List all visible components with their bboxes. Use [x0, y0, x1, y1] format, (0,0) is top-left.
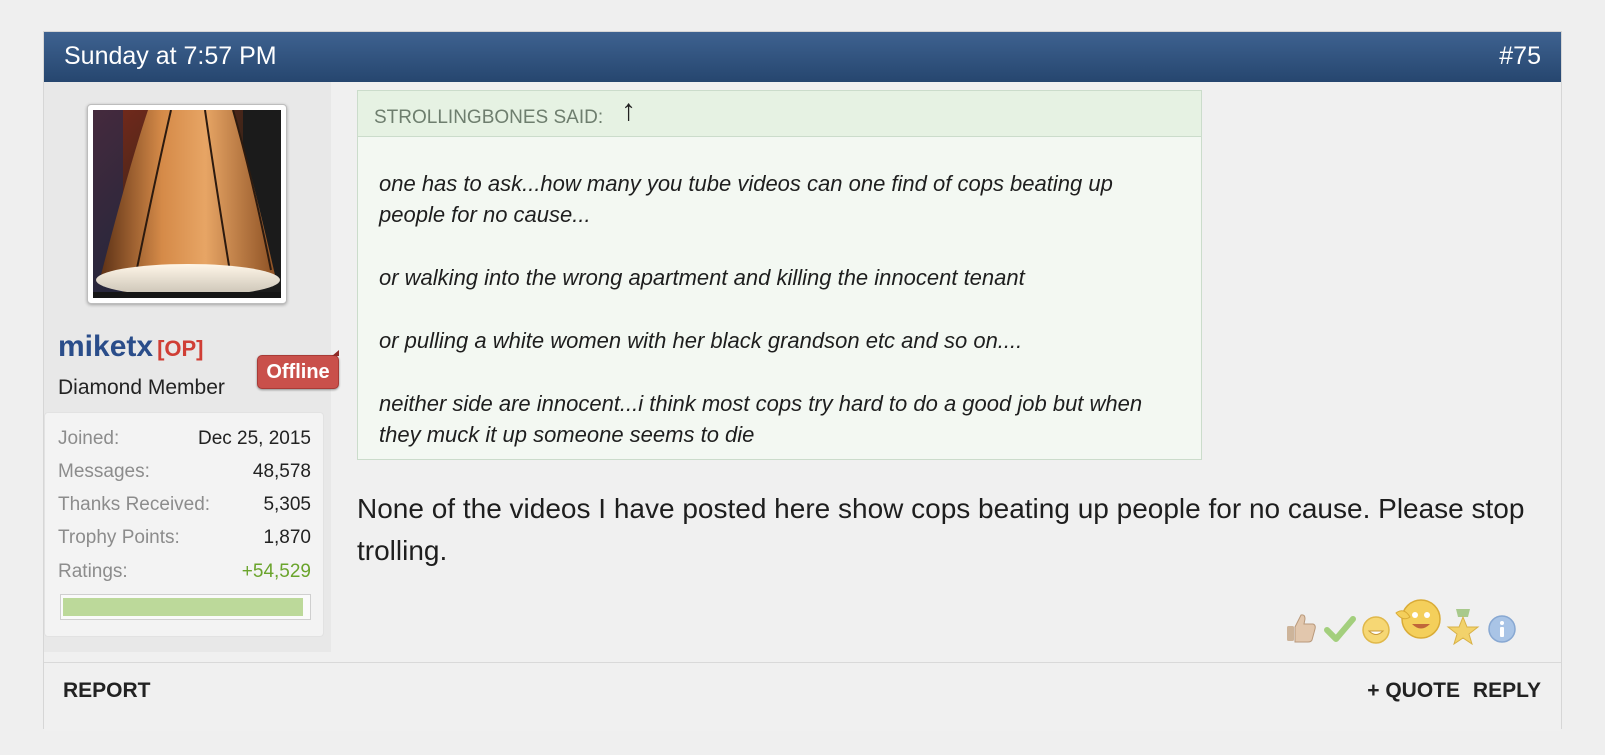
- quote-text: one has to ask...how many you tube video…: [379, 168, 1179, 482]
- quote-paragraph: or walking into the wrong apartment and …: [379, 265, 1025, 290]
- laughing-icon[interactable]: [1394, 597, 1442, 641]
- username-link[interactable]: miketx: [58, 330, 153, 363]
- lamp-shade-avatar-icon: [93, 110, 281, 298]
- stat-value[interactable]: 48,578: [253, 461, 311, 483]
- stat-row-thanks: Thanks Received: 5,305: [58, 494, 311, 520]
- stat-label: Messages:: [58, 461, 150, 482]
- stat-value: Dec 25, 2015: [197, 428, 311, 449]
- post-date[interactable]: Sunday at 7:57 PM: [64, 42, 277, 71]
- rating-bar-fill: [63, 598, 304, 616]
- quote-button[interactable]: + QUOTE: [1367, 679, 1460, 703]
- thumbs-up-icon[interactable]: [1284, 611, 1318, 645]
- quote-paragraph: one has to ask...how many you tube video…: [379, 171, 1113, 227]
- info-icon[interactable]: [1487, 614, 1517, 644]
- stat-row-ratings: Ratings: +54,529: [58, 561, 311, 587]
- stat-label: Thanks Received:: [58, 494, 211, 515]
- user-info-panel: Offline miketx [OP] Diamond Member Joined…: [44, 82, 339, 652]
- status-badge: Offline: [257, 350, 339, 389]
- arrow-up-icon[interactable]: ↑: [621, 94, 636, 128]
- smiley-icon[interactable]: [1361, 615, 1391, 645]
- op-tag: [OP]: [157, 336, 204, 361]
- stat-label: Ratings:: [58, 561, 128, 582]
- user-title: Diamond Member: [58, 376, 225, 399]
- quote-paragraph: or pulling a white women with her black …: [379, 328, 1023, 353]
- post-header: Sunday at 7:57 PM #75: [44, 32, 1561, 82]
- stat-value: 5,305: [263, 494, 311, 515]
- quote-author[interactable]: STROLLINGBONES SAID:: [374, 107, 603, 129]
- stat-label: Joined:: [58, 428, 120, 449]
- quote-paragraph: neither side are innocent...i think most…: [379, 391, 1143, 447]
- forum-post: Sunday at 7:57 PM #75 Offline miketx [OP…: [43, 31, 1562, 731]
- stat-row-messages: Messages: 48,578: [58, 461, 311, 487]
- reaction-bar: [1284, 597, 1529, 647]
- report-link[interactable]: REPORT: [63, 679, 151, 703]
- username-row: miketx [OP]: [58, 330, 204, 364]
- trophy-star-icon[interactable]: [1446, 609, 1480, 645]
- post-footer: REPORT + QUOTE REPLY: [44, 662, 1561, 731]
- post-permalink-number[interactable]: #75: [1499, 42, 1541, 71]
- checkmark-icon[interactable]: [1324, 614, 1356, 644]
- message-body: None of the videos I have posted here sh…: [357, 493, 1525, 566]
- stat-row-trophy-points: Trophy Points: 1,870: [58, 527, 311, 553]
- stat-value[interactable]: +54,529: [242, 561, 311, 583]
- avatar[interactable]: [87, 104, 287, 304]
- reply-button[interactable]: REPLY: [1473, 679, 1541, 703]
- rating-bar: [60, 594, 311, 620]
- stat-label: Trophy Points:: [58, 527, 180, 548]
- stat-row-joined: Joined: Dec 25, 2015: [58, 428, 311, 454]
- user-stats: Joined: Dec 25, 2015 Messages: 48,578 Th…: [44, 412, 324, 637]
- quote-block: STROLLINGBONES SAID: ↑ one has to ask...…: [357, 90, 1202, 460]
- stat-value[interactable]: 1,870: [263, 527, 311, 549]
- quote-header: STROLLINGBONES SAID: ↑: [358, 91, 1201, 137]
